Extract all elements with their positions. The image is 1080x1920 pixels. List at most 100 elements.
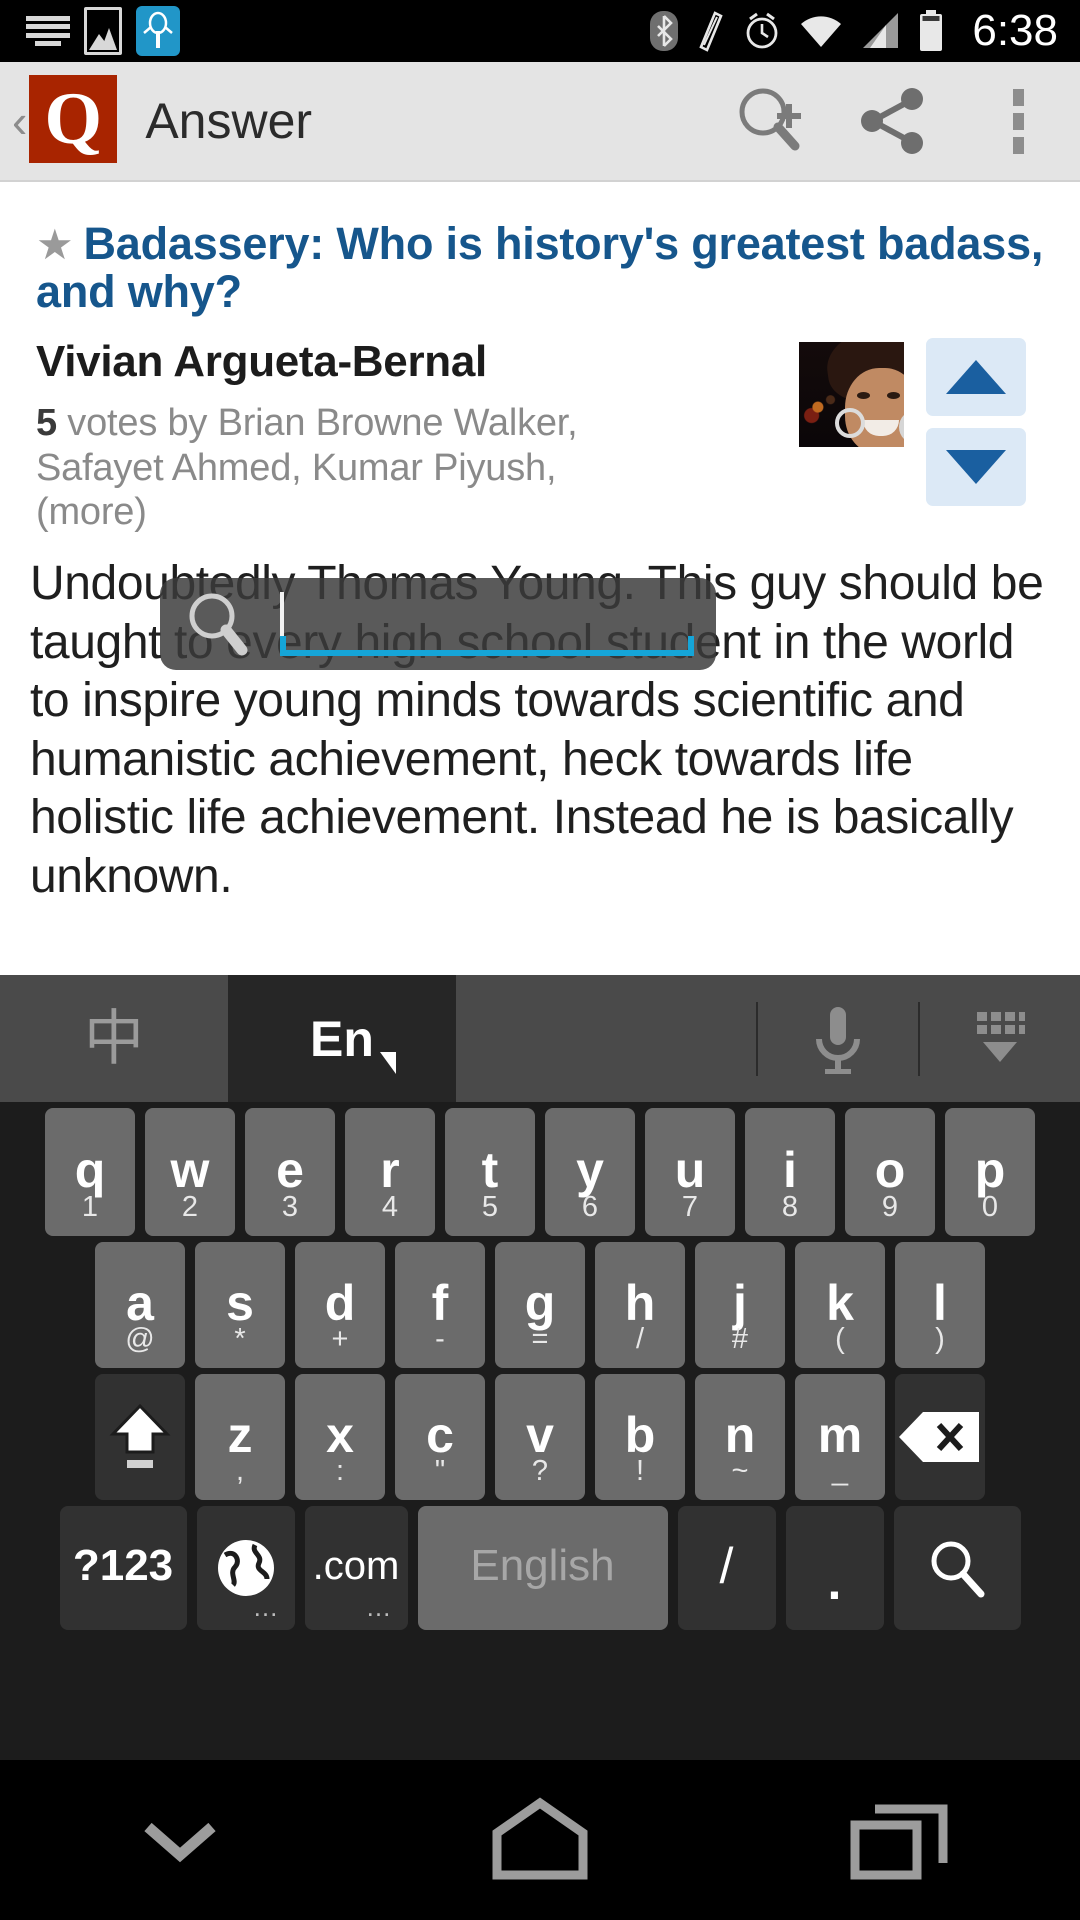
key-label: x (326, 1407, 354, 1463)
search-icon (931, 1541, 985, 1598)
triangle-up-icon (946, 360, 1006, 395)
key-sublabel: 6 (581, 1191, 599, 1223)
key-d[interactable]: d + (295, 1242, 385, 1368)
key-t[interactable]: t5 (445, 1108, 535, 1236)
keyboard-toolbar: 中 En (0, 975, 1080, 1102)
slash-key[interactable]: / (677, 1506, 776, 1630)
chevron-down-icon (144, 1822, 216, 1863)
votes-text[interactable]: votes by Brian Browne Walker, Safayet Ah… (36, 402, 578, 534)
key-e[interactable]: e3 (245, 1108, 335, 1236)
key-o[interactable]: o9 (845, 1108, 935, 1236)
quora-logo[interactable]: Q (29, 75, 118, 163)
key-sublabel: 3 (281, 1191, 299, 1223)
key-sublabel: - (435, 1323, 445, 1355)
key-s[interactable]: s * (195, 1242, 285, 1368)
key-j[interactable]: j # (695, 1242, 785, 1368)
key-label: b (624, 1407, 656, 1463)
find-in-page-overlay[interactable] (160, 578, 716, 670)
dot-com-key[interactable]: .com … (304, 1506, 408, 1630)
key-label: w (170, 1142, 210, 1198)
key-sublabel: * (234, 1323, 246, 1355)
recents-nav-button[interactable] (800, 1760, 1000, 1920)
key-q[interactable]: q1 (45, 1108, 135, 1236)
language-english-button[interactable]: En (228, 975, 456, 1102)
keyboard-row-3: z, x: c " v? b! n ~ m _ (0, 1368, 1080, 1500)
search-key[interactable] (893, 1506, 1021, 1630)
key-h[interactable]: h / (595, 1242, 685, 1368)
back-button[interactable]: ‹ (12, 98, 27, 144)
symbols-key[interactable]: ?123 (59, 1506, 187, 1630)
key-r[interactable]: r4 (345, 1108, 435, 1236)
backspace-key[interactable] (895, 1374, 985, 1500)
period-key[interactable]: . (785, 1506, 884, 1630)
key-sublabel: 9 (881, 1191, 899, 1223)
key-x[interactable]: x: (295, 1374, 385, 1500)
vote-buttons (926, 338, 1026, 507)
key-b[interactable]: b! (595, 1374, 685, 1500)
keyboard-rows: q1 w2 e3 r4 t5 y6 u7 i8 o9 p0 a @ s * d + f… (0, 1102, 1080, 1630)
triangle-down-icon (946, 450, 1006, 485)
home-nav-button[interactable] (440, 1760, 640, 1920)
key-k[interactable]: k( (795, 1242, 885, 1368)
key-l[interactable]: l) (895, 1242, 985, 1368)
key-a[interactable]: a @ (95, 1242, 185, 1368)
key-sublabel: 4 (381, 1191, 399, 1223)
avatar[interactable] (799, 342, 904, 448)
key-label: s (226, 1275, 254, 1331)
app-bar-actions (708, 62, 1080, 180)
key-c[interactable]: c " (395, 1374, 485, 1500)
search-plus-button[interactable] (708, 62, 832, 180)
key-sublabel: , (235, 1455, 245, 1487)
key-g[interactable]: g = (495, 1242, 585, 1368)
downvote-button[interactable] (926, 428, 1026, 507)
search-input[interactable] (280, 588, 694, 660)
status-bar: 6:38 (0, 0, 1080, 62)
key-f[interactable]: f- (395, 1242, 485, 1368)
key-m[interactable]: m _ (795, 1374, 885, 1500)
shift-key[interactable] (95, 1374, 185, 1500)
vote-count: 5 (36, 401, 57, 444)
key-i[interactable]: i8 (745, 1108, 835, 1236)
key-sublabel: @ (125, 1323, 155, 1355)
key-p[interactable]: p0 (945, 1108, 1035, 1236)
key-z[interactable]: z, (195, 1374, 285, 1500)
upvote-button[interactable] (926, 338, 1026, 417)
key-sublabel: 8 (781, 1191, 799, 1223)
key-sublabel: ~ (731, 1455, 749, 1487)
back-nav-button[interactable] (80, 1760, 280, 1920)
voice-input-button[interactable] (758, 975, 918, 1102)
image-icon (84, 7, 122, 55)
space-key[interactable]: English (417, 1506, 668, 1630)
key-n[interactable]: n ~ (695, 1374, 785, 1500)
share-button[interactable] (832, 62, 956, 180)
key-sublabel: ( (835, 1323, 845, 1355)
key-label: e (276, 1142, 304, 1198)
battery-icon (920, 10, 943, 51)
question-title-text: Badassery: Who is history's greatest bad… (36, 218, 1044, 318)
language-switch-key[interactable]: … (196, 1506, 295, 1630)
key-sublabel: : (335, 1455, 345, 1487)
overflow-menu-button[interactable] (956, 62, 1080, 180)
question-title[interactable]: ★ Badassery: Who is history's greatest ba… (36, 218, 1044, 318)
key-y[interactable]: y6 (545, 1108, 635, 1236)
app-bar: ‹ Q Answer (0, 62, 1080, 180)
microphone-icon (816, 1006, 860, 1074)
key-label: v (526, 1407, 554, 1463)
key-sublabel: 1 (81, 1191, 99, 1223)
signal-icon (863, 13, 899, 48)
alarm-icon (746, 12, 778, 49)
language-chinese-button[interactable]: 中 (0, 975, 228, 1102)
hide-keyboard-button[interactable] (920, 975, 1080, 1102)
hide-keyboard-icon (977, 1011, 1025, 1062)
phone-screen: 6:38 ‹ Q Answer ★ Badassery: Who is hist… (0, 0, 1080, 1920)
key-v[interactable]: v? (495, 1374, 585, 1500)
key-sublabel: # (731, 1323, 749, 1355)
key-w[interactable]: w2 (145, 1108, 235, 1236)
answer-author-row: Vivian Argueta-Bernal 5 votes by Brian B… (36, 337, 1044, 535)
chinese-language-icon: 中 (84, 1003, 144, 1074)
key-u[interactable]: u7 (645, 1108, 735, 1236)
key-sublabel: / (635, 1323, 645, 1355)
key-label: . (827, 1554, 842, 1610)
star-icon: ★ (36, 221, 74, 268)
key-label: t (481, 1142, 499, 1198)
